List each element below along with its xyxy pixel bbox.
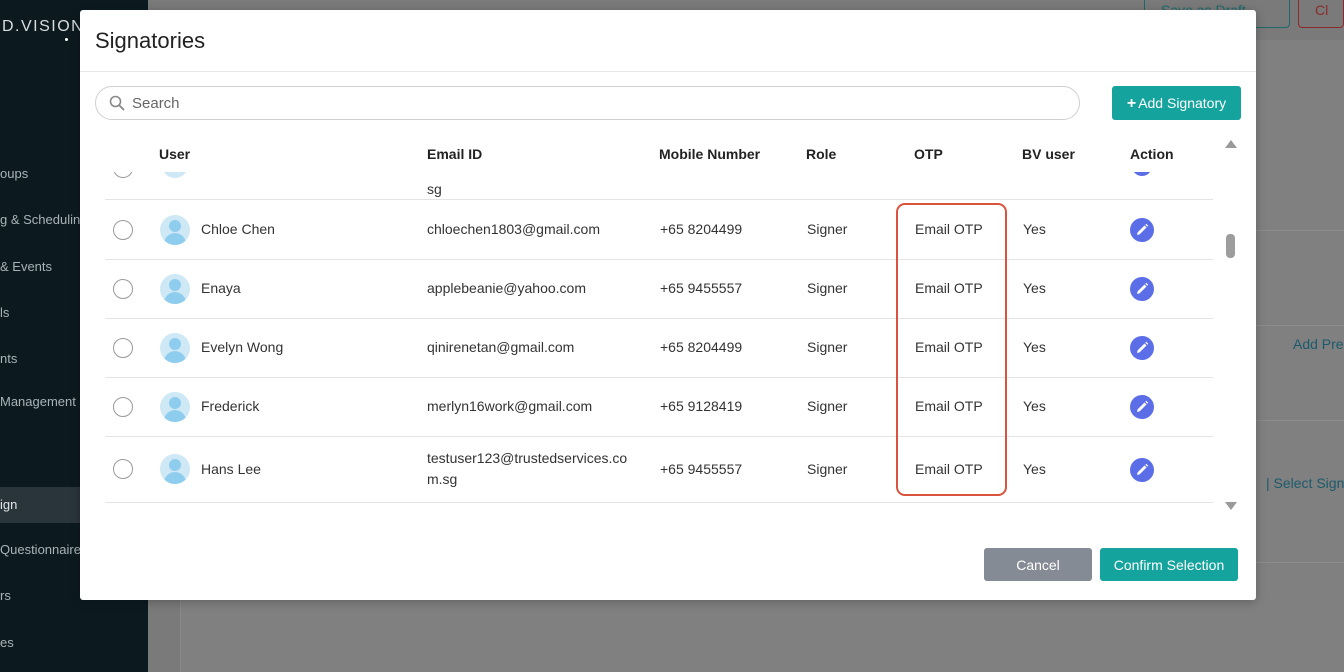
user-name: Frederick	[201, 398, 260, 414]
column-header-role: Role	[806, 146, 837, 162]
user-mobile: +65 8204499	[660, 339, 743, 355]
sidebar-item-es[interactable]: es	[0, 632, 148, 654]
add-pre-link[interactable]: Add Pre	[1293, 336, 1344, 352]
table-row[interactable]: Enaya applebeanie@yahoo.com +65 9455557 …	[105, 260, 1213, 319]
select-signatory-link[interactable]: | Select Sign	[1266, 475, 1344, 491]
confirm-selection-button[interactable]: Confirm Selection	[1100, 548, 1238, 581]
edit-button[interactable]	[1130, 395, 1154, 419]
scroll-down-arrow-icon[interactable]	[1225, 502, 1237, 510]
user-email: testuser123@trustedservices.com.sg	[427, 450, 628, 487]
user-name: Chloe Chen	[201, 221, 275, 237]
scroll-up-arrow-icon[interactable]	[1225, 140, 1237, 148]
column-header-action: Action	[1130, 146, 1174, 162]
user-bv: Yes	[1023, 280, 1046, 296]
modal-title: Signatories	[95, 28, 206, 53]
table-row-partial: sg	[105, 162, 1213, 200]
row-select-radio[interactable]	[113, 397, 133, 417]
user-mobile: +65 9455557	[660, 461, 743, 477]
user-role: Signer	[807, 461, 848, 477]
cancel-button[interactable]: Cancel	[984, 548, 1092, 581]
otp-column-highlight	[896, 203, 1007, 496]
close-button[interactable]: Cl	[1298, 0, 1344, 28]
background-divider	[1256, 420, 1344, 421]
table-row[interactable]: Frederick merlyn16work@gmail.com +65 912…	[105, 378, 1213, 437]
add-signatory-button[interactable]: + Add Signatory	[1112, 86, 1241, 120]
search-icon	[109, 95, 125, 111]
modal-header: Signatories	[80, 10, 1256, 72]
background-divider	[1256, 562, 1344, 563]
pencil-icon	[1137, 463, 1149, 475]
user-bv: Yes	[1023, 221, 1046, 237]
row-select-radio[interactable]	[113, 459, 133, 479]
avatar	[160, 274, 190, 304]
add-signatory-label: Add Signatory	[1138, 95, 1227, 111]
user-role: Signer	[807, 221, 848, 237]
brand-dot	[65, 38, 68, 41]
user-email: merlyn16work@gmail.com	[427, 398, 593, 414]
edit-button[interactable]	[1130, 218, 1154, 242]
column-header-email: Email ID	[427, 146, 483, 162]
search-box[interactable]	[95, 86, 1080, 120]
brand-logo: D.VISION	[2, 18, 85, 35]
search-input[interactable]	[132, 87, 1072, 119]
column-header-bv-user: BV user	[1022, 146, 1075, 162]
user-role: Signer	[807, 280, 848, 296]
user-bv: Yes	[1023, 398, 1046, 414]
user-mobile: +65 8204499	[660, 221, 743, 237]
user-name: Evelyn Wong	[201, 339, 284, 355]
edit-button[interactable]	[1130, 458, 1154, 482]
edit-button[interactable]	[1130, 336, 1154, 360]
user-mobile: +65 9455557	[660, 280, 743, 296]
user-name: Hans Lee	[201, 461, 261, 477]
user-email: applebeanie@yahoo.com	[427, 280, 586, 296]
scroll-thumb[interactable]	[1226, 234, 1235, 258]
avatar	[160, 454, 190, 484]
email-fragment: sg	[427, 181, 442, 197]
avatar	[160, 215, 190, 245]
row-select-radio[interactable]	[113, 220, 133, 240]
table-row[interactable]: Chloe Chen chloechen1803@gmail.com +65 8…	[105, 201, 1213, 260]
pencil-icon	[1137, 400, 1149, 412]
pencil-icon	[1137, 341, 1149, 353]
plus-icon: +	[1126, 95, 1137, 112]
pencil-icon	[1137, 282, 1149, 294]
user-bv: Yes	[1023, 339, 1046, 355]
column-header-user: User	[159, 146, 191, 162]
user-mobile: +65 9128419	[660, 398, 743, 414]
user-email: qinirenetan@gmail.com	[427, 339, 575, 355]
user-role: Signer	[807, 339, 848, 355]
user-bv: Yes	[1023, 461, 1046, 477]
table-header: User Email ID Mobile Number Role OTP BV …	[105, 136, 1213, 172]
user-email: chloechen1803@gmail.com	[427, 221, 600, 237]
edit-button[interactable]	[1130, 277, 1154, 301]
user-role: Signer	[807, 398, 848, 414]
table-row[interactable]: Evelyn Wong qinirenetan@gmail.com +65 82…	[105, 319, 1213, 378]
background-divider	[1256, 325, 1344, 326]
table-row[interactable]: Hans Lee testuser123@trustedservices.com…	[105, 437, 1213, 503]
column-header-mobile: Mobile Number	[659, 146, 761, 162]
table-scrollbar[interactable]	[1224, 140, 1238, 516]
user-name: Enaya	[201, 280, 241, 296]
select-signatory-label: Select Sign	[1273, 475, 1344, 491]
avatar	[160, 392, 190, 422]
background-divider	[1256, 230, 1344, 231]
row-select-radio[interactable]	[113, 338, 133, 358]
signatories-modal: Signatories +Add Signatory User Email ID…	[80, 10, 1256, 600]
avatar	[160, 333, 190, 363]
column-header-otp: OTP	[914, 146, 943, 162]
pencil-icon	[1137, 223, 1149, 235]
signatories-table: User Email ID Mobile Number Role OTP BV …	[105, 136, 1213, 516]
row-select-radio[interactable]	[113, 279, 133, 299]
